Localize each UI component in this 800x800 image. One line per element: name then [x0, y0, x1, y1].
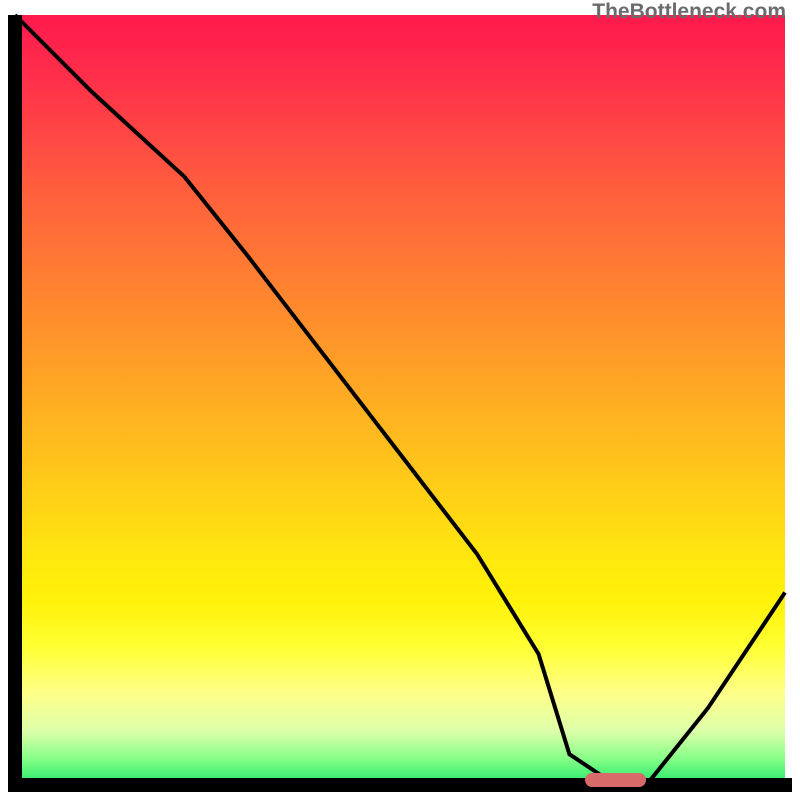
- watermark-text: TheBottleneck.com: [592, 0, 786, 24]
- bottleneck-chart: TheBottleneck.com: [0, 0, 800, 800]
- gradient-background: [15, 15, 785, 785]
- optimal-marker: [585, 773, 647, 787]
